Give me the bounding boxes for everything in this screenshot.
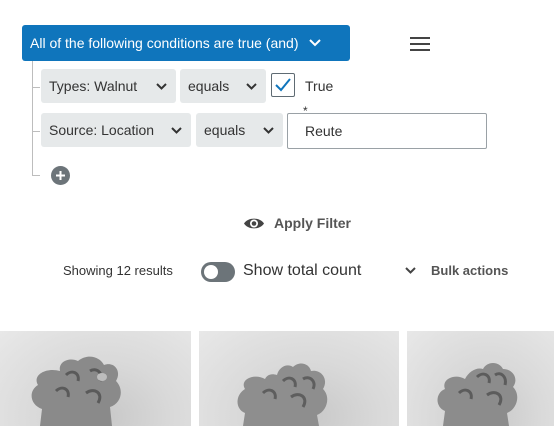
result-thumbnail[interactable] xyxy=(199,331,399,426)
condition-group-label: All of the following conditions are true… xyxy=(30,35,299,51)
bulk-actions-label: Bulk actions xyxy=(431,263,509,278)
add-condition-button[interactable] xyxy=(51,166,70,185)
checkmark-icon xyxy=(275,78,291,92)
condition-value-input[interactable] xyxy=(287,113,487,149)
show-total-count-toggle[interactable] xyxy=(201,262,235,282)
condition-operator-select[interactable]: equals xyxy=(196,113,283,147)
checkbox-label: True xyxy=(305,78,334,94)
walnut-image xyxy=(437,363,518,426)
bulk-actions-button[interactable]: Bulk actions xyxy=(404,263,508,278)
tree-line xyxy=(32,175,40,176)
chevron-down-icon xyxy=(404,266,417,275)
condition-field-label: Source: Location xyxy=(49,122,155,138)
apply-filter-button[interactable]: Apply Filter xyxy=(243,215,351,231)
condition-group-dropdown[interactable]: All of the following conditions are true… xyxy=(22,25,350,61)
hamburger-menu-icon[interactable] xyxy=(410,37,430,51)
toggle-label: Show total count xyxy=(243,262,362,279)
plus-icon xyxy=(56,171,65,180)
results-count: Showing 12 results xyxy=(63,263,173,278)
chevron-down-icon xyxy=(262,126,275,135)
toggle-knob xyxy=(204,265,218,279)
result-thumbnail[interactable] xyxy=(407,331,554,426)
walnut-image xyxy=(237,363,328,426)
apply-filter-label: Apply Filter xyxy=(274,215,352,231)
chevron-down-icon xyxy=(308,38,322,48)
tree-line xyxy=(32,131,40,132)
condition-value-checkbox[interactable] xyxy=(271,73,295,97)
condition-operator-label: equals xyxy=(204,122,246,138)
condition-field-label: Types: Walnut xyxy=(49,78,138,94)
tree-line xyxy=(32,61,33,175)
condition-field-select[interactable]: Source: Location xyxy=(41,113,191,147)
condition-field-select[interactable]: Types: Walnut xyxy=(41,69,176,103)
condition-operator-select[interactable]: equals xyxy=(180,69,266,103)
chevron-down-icon xyxy=(245,82,258,91)
eye-icon xyxy=(243,216,265,231)
chevron-down-icon xyxy=(155,82,168,91)
condition-operator-label: equals xyxy=(188,78,230,94)
chevron-down-icon xyxy=(170,126,183,135)
result-thumbnail[interactable] xyxy=(0,331,191,426)
tree-line xyxy=(32,87,40,88)
walnut-image xyxy=(31,356,121,426)
